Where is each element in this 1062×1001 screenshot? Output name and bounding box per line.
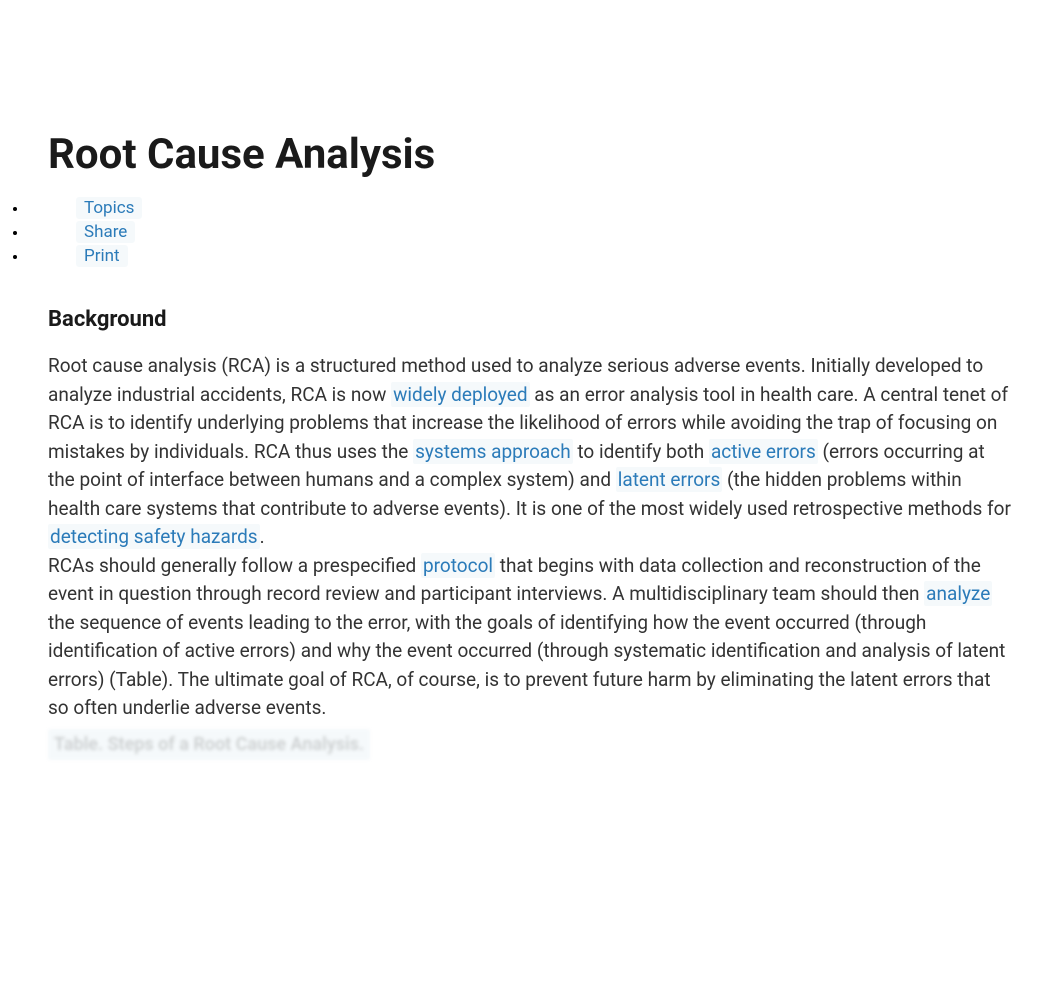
action-item-share: Share xyxy=(28,221,1014,243)
share-button[interactable]: Share xyxy=(76,221,135,243)
table-caption: Table. Steps of a Root Cause Analysis. xyxy=(48,729,370,760)
page-title: Root Cause Analysis xyxy=(48,130,1014,179)
link-widely-deployed[interactable]: widely deployed xyxy=(391,382,529,407)
action-item-print: Print xyxy=(28,245,1014,267)
body-text: Root cause analysis (RCA) is a structure… xyxy=(48,352,1014,760)
text-span: RCAs should generally follow a prespecif… xyxy=(48,554,421,577)
link-latent-errors[interactable]: latent errors xyxy=(616,467,723,492)
link-systems-approach[interactable]: systems approach xyxy=(413,439,573,464)
text-span: to identify both xyxy=(573,440,709,463)
text-span: . xyxy=(260,525,265,548)
link-active-errors[interactable]: active errors xyxy=(709,439,818,464)
paragraph-2: RCAs should generally follow a prespecif… xyxy=(48,552,1014,723)
link-detecting-safety-hazards[interactable]: detecting safety hazards xyxy=(48,524,260,549)
print-button[interactable]: Print xyxy=(76,245,128,267)
link-protocol[interactable]: protocol xyxy=(421,553,495,578)
text-span: the sequence of events leading to the er… xyxy=(48,611,1005,720)
paragraph-1: Root cause analysis (RCA) is a structure… xyxy=(48,352,1014,552)
topics-button[interactable]: Topics xyxy=(76,197,142,219)
action-list: Topics Share Print xyxy=(28,197,1014,267)
action-item-topics: Topics xyxy=(28,197,1014,219)
link-analyze[interactable]: analyze xyxy=(924,581,992,606)
section-heading-background: Background xyxy=(48,307,1014,332)
